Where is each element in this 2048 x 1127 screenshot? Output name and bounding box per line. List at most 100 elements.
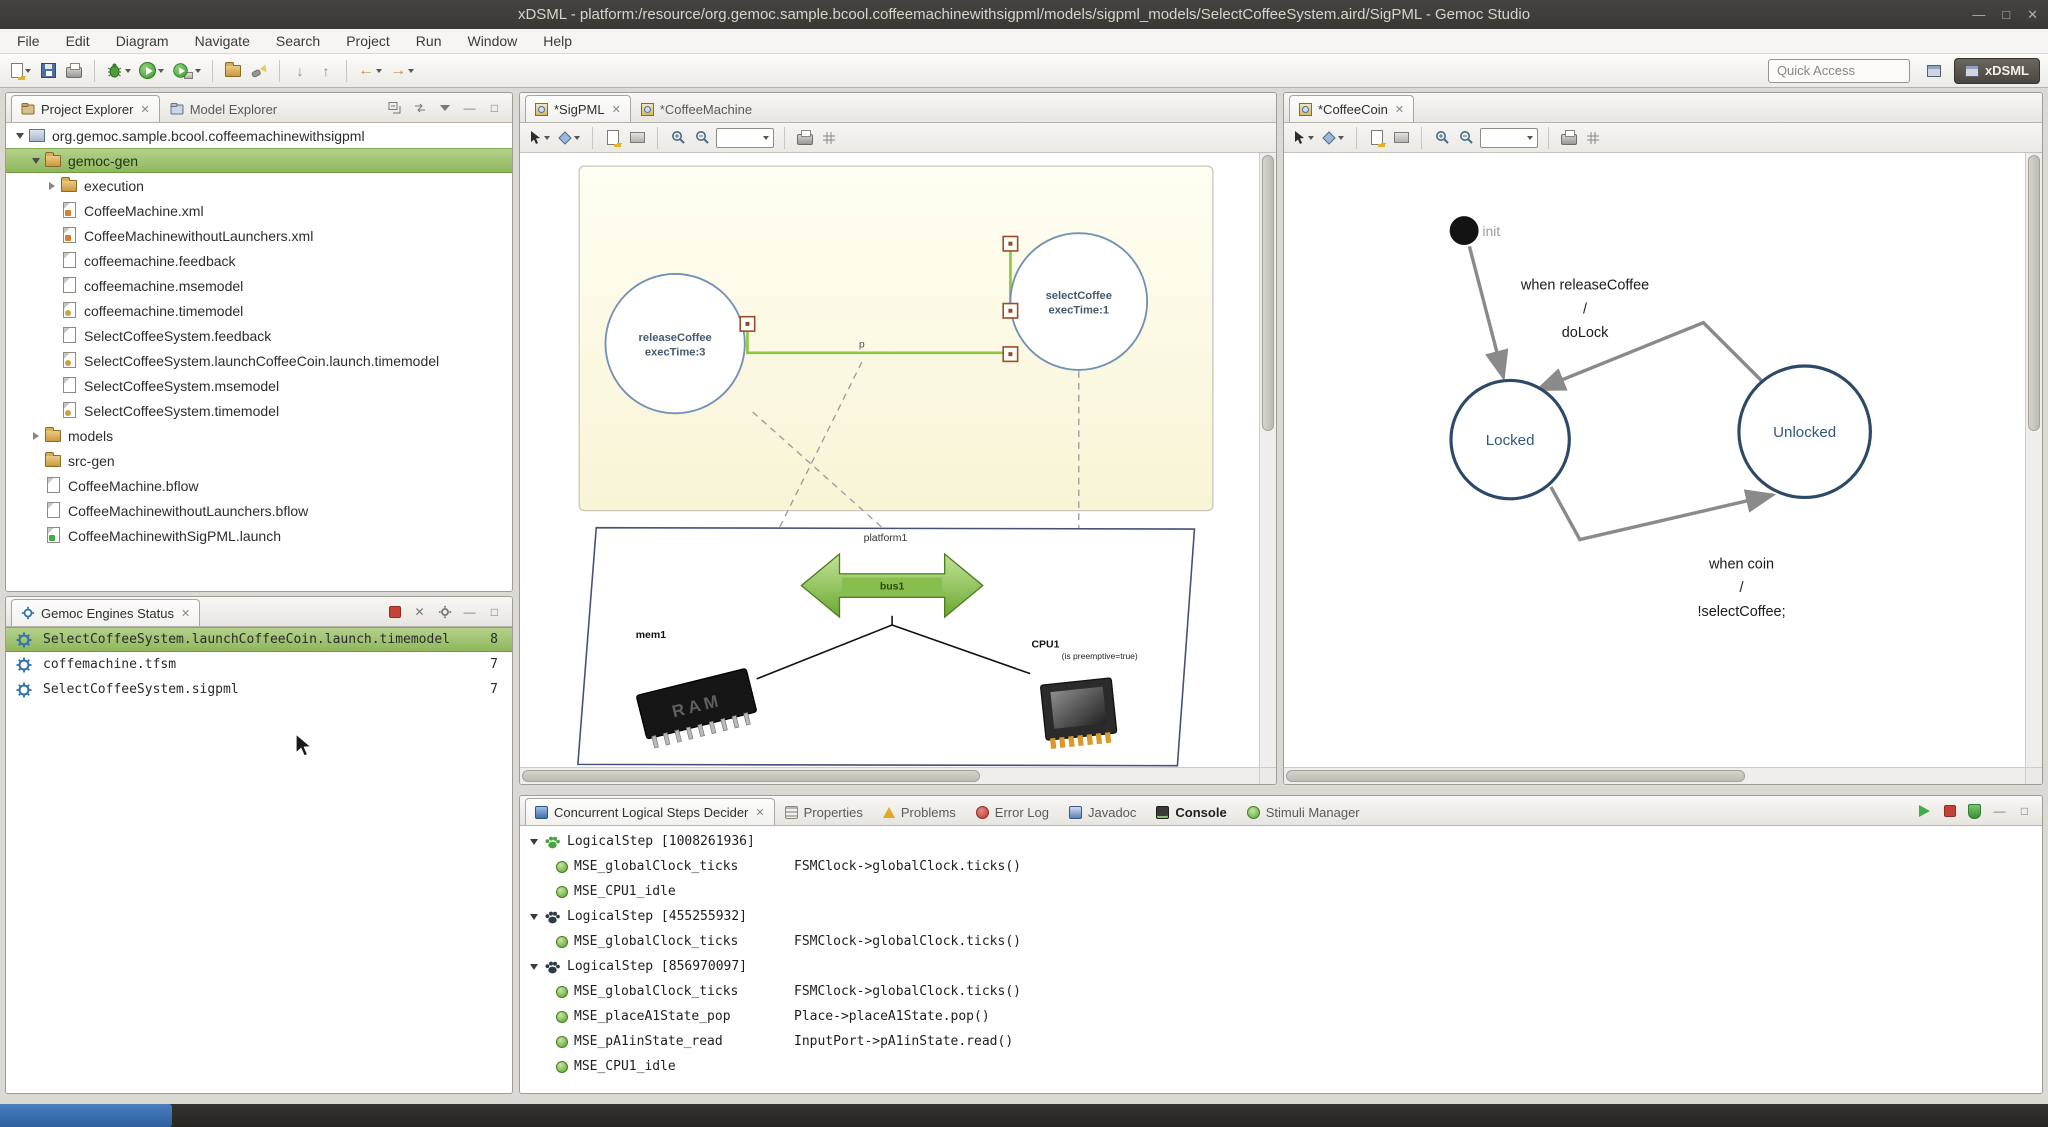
- tree-row[interactable]: coffeemachine.feedback: [6, 248, 512, 273]
- vertical-scrollbar[interactable]: [1259, 153, 1276, 767]
- collapse-all-icon[interactable]: [386, 100, 403, 116]
- search-button[interactable]: [247, 58, 271, 84]
- play-step-icon[interactable]: [1916, 803, 1933, 819]
- layers-button[interactable]: [1391, 126, 1411, 150]
- maximize-view-icon[interactable]: □: [486, 100, 503, 116]
- logical-step-row[interactable]: LogicalStep [1008261936]: [520, 829, 2042, 854]
- zoom-out-button[interactable]: [1456, 126, 1476, 150]
- horizontal-scrollbar[interactable]: [520, 767, 1259, 784]
- engine-row[interactable]: SelectCoffeeSystem.sigpml 7: [6, 677, 512, 702]
- next-annotation-button[interactable]: ↓: [288, 58, 312, 84]
- save-button[interactable]: [36, 58, 60, 84]
- expander-open-icon[interactable]: [28, 158, 43, 164]
- tab-logical-steps-decider[interactable]: Concurrent Logical Steps Decider ✕: [525, 798, 775, 825]
- tree-row-selected[interactable]: gemoc-gen: [6, 148, 512, 173]
- scrollbar-thumb[interactable]: [1262, 155, 1274, 431]
- tree-row[interactable]: CoffeeMachine.xml: [6, 198, 512, 223]
- tree-row[interactable]: execution: [6, 173, 512, 198]
- tree-row[interactable]: models: [6, 423, 512, 448]
- tab-properties[interactable]: Properties: [775, 798, 873, 825]
- tree-row[interactable]: CoffeeMachinewithoutLaunchers.xml: [6, 223, 512, 248]
- tree-row[interactable]: coffeemachine.timemodel: [6, 298, 512, 323]
- stop-step-icon[interactable]: [1941, 803, 1958, 819]
- print-diagram-button[interactable]: [1559, 126, 1579, 150]
- open-perspective-button[interactable]: [1924, 58, 1952, 84]
- tree-row[interactable]: src-gen: [6, 448, 512, 473]
- print-diagram-button[interactable]: [795, 126, 815, 150]
- horizontal-scrollbar[interactable]: [1284, 767, 2025, 784]
- export-diagram-button[interactable]: [1367, 126, 1387, 150]
- close-icon[interactable]: ✕: [1395, 103, 1404, 116]
- tab-model-explorer[interactable]: Model Explorer: [160, 95, 287, 122]
- forward-button[interactable]: →: [387, 58, 417, 84]
- back-button[interactable]: ←: [355, 58, 385, 84]
- tab-error-log[interactable]: Error Log: [966, 798, 1059, 825]
- dispose-engine-icon[interactable]: ✕: [411, 604, 428, 620]
- quick-access-input[interactable]: Quick Access: [1768, 59, 1910, 83]
- menu-navigate[interactable]: Navigate: [182, 29, 263, 53]
- minimize-view-icon[interactable]: —: [1991, 803, 2008, 819]
- mse-row[interactable]: MSE_globalClock_ticksFSMClock->globalClo…: [520, 854, 2042, 879]
- tab-coffeecoin[interactable]: *CoffeeCoin ✕: [1289, 95, 1414, 122]
- sigpml-canvas[interactable]: p releaseCoffee execTime:3 selectCoffee …: [520, 153, 1276, 784]
- menu-help[interactable]: Help: [530, 29, 585, 53]
- perspective-xdsml-button[interactable]: xDSML: [1954, 58, 2040, 84]
- logical-step-row[interactable]: LogicalStep [455255932]: [520, 904, 2042, 929]
- mse-row[interactable]: MSE_CPU1_idle: [520, 1054, 2042, 1079]
- menu-window[interactable]: Window: [454, 29, 530, 53]
- titlebar[interactable]: xDSML - platform:/resource/org.gemoc.sam…: [0, 0, 2048, 29]
- menu-edit[interactable]: Edit: [53, 29, 103, 53]
- tab-project-explorer[interactable]: Project Explorer ✕: [11, 95, 160, 122]
- menu-file[interactable]: File: [4, 29, 53, 53]
- shield-icon[interactable]: [1966, 803, 1983, 819]
- expander-open-icon[interactable]: [528, 964, 540, 970]
- tree-row[interactable]: org.gemoc.sample.bcool.coffeemachinewith…: [6, 123, 512, 148]
- select-tool-button[interactable]: [1291, 126, 1316, 150]
- tab-sigpml[interactable]: *SigPML ✕: [525, 95, 631, 122]
- tab-javadoc[interactable]: Javadoc: [1059, 798, 1146, 825]
- menu-diagram[interactable]: Diagram: [103, 29, 182, 53]
- window-minimize-button[interactable]: —: [1972, 8, 1985, 21]
- engine-settings-icon[interactable]: [436, 604, 453, 620]
- coffeecoin-canvas[interactable]: init Locked Unlocked when releaseCoffee …: [1284, 153, 2042, 784]
- zoom-combo[interactable]: [716, 128, 774, 148]
- tree-row[interactable]: CoffeeMachinewithoutLaunchers.bflow: [6, 498, 512, 523]
- export-diagram-button[interactable]: [603, 126, 623, 150]
- layout-tool-button[interactable]: [1320, 126, 1346, 150]
- close-icon[interactable]: ✕: [612, 103, 621, 116]
- grid-toggle-button[interactable]: [819, 126, 839, 150]
- view-menu-icon[interactable]: [436, 100, 453, 116]
- grid-toggle-button[interactable]: [1583, 126, 1603, 150]
- external-tools-button[interactable]: [169, 58, 204, 84]
- tab-coffeemachine[interactable]: *CoffeeMachine: [631, 95, 762, 122]
- mse-row[interactable]: MSE_CPU1_idle: [520, 879, 2042, 904]
- scrollbar-thumb[interactable]: [1286, 770, 1745, 782]
- run-button[interactable]: [136, 58, 167, 84]
- tree-row[interactable]: SelectCoffeeSystem.msemodel: [6, 373, 512, 398]
- zoom-out-button[interactable]: [692, 126, 712, 150]
- menu-project[interactable]: Project: [333, 29, 403, 53]
- engine-row[interactable]: coffemachine.tfsm 7: [6, 652, 512, 677]
- previous-annotation-button[interactable]: ↑: [314, 58, 338, 84]
- menu-search[interactable]: Search: [263, 29, 333, 53]
- zoom-combo[interactable]: [1480, 128, 1538, 148]
- minimize-view-icon[interactable]: —: [461, 604, 478, 620]
- layers-button[interactable]: [627, 126, 647, 150]
- menu-run[interactable]: Run: [403, 29, 455, 53]
- mse-row[interactable]: MSE_globalClock_ticksFSMClock->globalClo…: [520, 929, 2042, 954]
- mse-row[interactable]: MSE_globalClock_ticksFSMClock->globalClo…: [520, 979, 2042, 1004]
- window-close-button[interactable]: ✕: [2027, 8, 2038, 21]
- tab-stimuli-manager[interactable]: Stimuli Manager: [1237, 798, 1370, 825]
- tab-problems[interactable]: Problems: [873, 798, 966, 825]
- initial-state[interactable]: [1450, 216, 1479, 245]
- new-project-button[interactable]: [221, 58, 245, 84]
- mse-row[interactable]: MSE_pA1inState_readInputPort->pA1inState…: [520, 1029, 2042, 1054]
- tree-row[interactable]: SelectCoffeeSystem.launchCoffeeCoin.laun…: [6, 348, 512, 373]
- engine-row-selected[interactable]: SelectCoffeeSystem.launchCoffeeCoin.laun…: [6, 627, 512, 652]
- close-icon[interactable]: ✕: [755, 806, 764, 819]
- tree-row[interactable]: SelectCoffeeSystem.timemodel: [6, 398, 512, 423]
- select-tool-button[interactable]: [527, 126, 552, 150]
- print-button[interactable]: [62, 58, 86, 84]
- logical-step-row[interactable]: LogicalStep [856970097]: [520, 954, 2042, 979]
- tab-console[interactable]: Console: [1146, 798, 1236, 825]
